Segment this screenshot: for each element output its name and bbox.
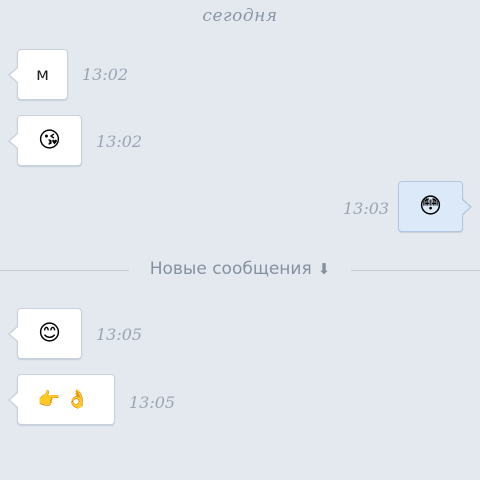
arrow-down-icon: ⬇ — [317, 260, 331, 278]
message-time: 13:03 — [343, 199, 390, 218]
pointing-ok-hand-emoji: 👉👌 — [37, 388, 95, 410]
message-bubble-incoming[interactable]: 😊 — [8, 308, 82, 359]
date-header: сегодня — [202, 6, 278, 26]
kissing-face-emoji: 😘 — [38, 127, 61, 153]
message-time: 13:05 — [129, 393, 176, 412]
new-messages-label: Новые сообщения — [149, 259, 312, 279]
flushed-face-emoji: 😳 — [419, 193, 442, 219]
message-bubble-incoming[interactable]: 😘 — [8, 115, 82, 166]
message-bubble-incoming[interactable]: м — [8, 49, 68, 100]
message-text: м — [36, 64, 49, 85]
new-messages-divider: Новые сообщения ⬇ — [0, 259, 480, 279]
message-time: 13:02 — [96, 132, 143, 151]
message-bubble-incoming[interactable]: 👉👌 — [8, 374, 115, 425]
message-bubble-outgoing[interactable]: 😳 — [398, 181, 472, 232]
smiling-face-emoji: 😊 — [38, 320, 61, 346]
message-time: 13:02 — [82, 65, 129, 84]
message-time: 13:05 — [96, 325, 143, 344]
